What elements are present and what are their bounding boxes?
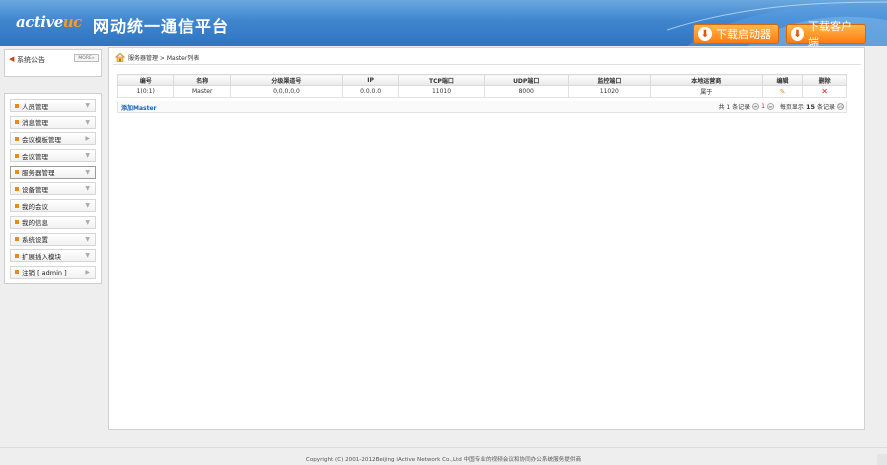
sidebar-item-message-management[interactable]: 消息管理 ▼ — [10, 115, 96, 129]
page-size-suffix: 条记录 — [816, 104, 835, 111]
home-icon — [115, 53, 125, 62]
sidebar-item-meeting-template[interactable]: 会议模板管理 ▶ — [10, 132, 96, 146]
chevron-down-icon: ▼ — [85, 168, 90, 176]
go-button-icon[interactable]: GO — [837, 103, 844, 110]
column-header-name[interactable]: 名称 — [173, 74, 231, 86]
more-button[interactable]: MORE» — [74, 54, 99, 62]
breadcrumb-text: 服务器管理 > Master列表 — [128, 55, 200, 62]
page-size-prefix: 每页显示 — [779, 104, 804, 111]
column-header-monitor-port[interactable]: 监控端口 — [567, 74, 651, 86]
footer-divider — [0, 447, 887, 448]
chevron-down-icon: ▼ — [85, 252, 90, 260]
sidebar-item-extension-modules[interactable]: 扩展插入模块 ▼ — [10, 249, 96, 263]
download-client-label: 下载客户端 — [807, 20, 852, 46]
sidebar-item-my-info[interactable]: 我的信息 ▼ — [10, 215, 96, 229]
sidebar-item-meeting-management[interactable]: 会议管理 ▼ — [10, 149, 96, 163]
sidebar-item-system-settings[interactable]: 系统设置 ▼ — [10, 232, 96, 246]
breadcrumb-divider — [113, 64, 861, 65]
first-page-button[interactable]: ⏮ — [752, 103, 760, 110]
chevron-down-icon: ▼ — [85, 118, 90, 126]
sidebar-menu: 人员管理 ▼ 消息管理 ▼ 会议模板管理 ▶ 会议管理 ▼ 服务器管理 ▼ 设备… — [4, 93, 102, 284]
sidebar-item-device-management[interactable]: 设备管理 ▼ — [10, 182, 96, 196]
chevron-down-icon: ▼ — [85, 202, 90, 210]
bullet-square-icon — [15, 253, 19, 258]
cell-tcp-port: 11010 — [398, 85, 485, 98]
sidebar-item-logout[interactable]: 注销 [ admin ] ▶ — [10, 265, 96, 279]
cell-name: Master — [173, 85, 231, 98]
download-arrow-icon: ⬇ — [698, 27, 712, 41]
scrollbar-corner — [877, 454, 887, 465]
table-row: 1(0:1) Master 0,0,0,0,0 0.0.0.0 11010 80… — [116, 85, 847, 98]
cell-delete: ✕ — [802, 85, 847, 98]
download-launcher-label: 下载启动器 — [716, 28, 771, 41]
total-records-text: 共 1 条记录 — [718, 104, 751, 111]
cell-operator: 属于 — [649, 85, 763, 98]
bullet-square-icon — [15, 270, 19, 275]
pencil-icon[interactable]: ✎ — [780, 88, 786, 96]
add-master-link[interactable]: 添加Master — [121, 103, 157, 112]
breadcrumb: 服务器管理 > Master列表 — [115, 51, 199, 64]
cell-channel: 0,0,0,0,0 — [229, 85, 343, 98]
chevron-down-icon: ▼ — [85, 185, 90, 193]
current-page-number[interactable]: 1 — [761, 103, 765, 110]
bullet-square-icon — [15, 103, 19, 108]
table-header-row: 编号 名称 分级渠道号 IP TCP端口 UDP端口 监控端口 本地运营商 编辑… — [116, 74, 847, 86]
bullet-square-icon — [15, 153, 19, 158]
chevron-right-icon: ▶ — [85, 135, 90, 143]
bullet-square-icon — [15, 136, 19, 141]
column-header-delete: 删除 — [802, 74, 847, 86]
column-header-tcp-port[interactable]: TCP端口 — [398, 74, 485, 86]
delete-x-icon[interactable]: ✕ — [821, 87, 828, 96]
bullet-square-icon — [15, 220, 19, 225]
download-client-button[interactable]: ⬇ 下载客户端 — [786, 20, 866, 46]
chevron-down-icon: ▼ — [85, 218, 90, 226]
cell-monitor-port: 11020 — [567, 85, 651, 98]
copyright-footer: Copyright (C) 2001-2012Beijing iActive N… — [305, 457, 582, 463]
last-page-button[interactable]: ⏭ — [766, 103, 774, 110]
cell-edit: ✎ — [761, 85, 804, 98]
column-header-id[interactable]: 编号 — [116, 74, 175, 86]
column-header-udp-port[interactable]: UDP端口 — [483, 74, 569, 86]
bullet-square-icon — [15, 170, 19, 175]
bullet-square-icon — [15, 186, 19, 191]
pagination: 共 1 条记录 ⏮ 1 ⏭ 每页显示 15 条记录 GO — [718, 102, 844, 111]
cell-id: 1(0:1) — [116, 85, 175, 98]
chevron-right-icon: ▶ — [85, 268, 90, 276]
download-arrow-icon: ⬇ — [791, 27, 804, 41]
app-header: activeuc 网动统一通信平台 ⬇ 下载启动器 ⬇ 下载客户端 — [0, 0, 887, 46]
app-logo: activeuc — [16, 13, 82, 31]
sidebar-item-server-management[interactable]: 服务器管理 ▼ — [10, 165, 96, 179]
download-launcher-button[interactable]: ⬇ 下载启动器 — [693, 24, 779, 44]
chevron-down-icon: ▼ — [85, 235, 90, 243]
bullet-square-icon — [15, 237, 19, 241]
sidebar-item-user-management[interactable]: 人员管理 ▼ — [10, 99, 96, 112]
chevron-down-icon: ▼ — [85, 102, 90, 109]
system-notice-panel: ◀ 系统公告 MORE» — [4, 49, 102, 77]
bullet-square-icon — [15, 120, 19, 125]
sidebar-item-my-meetings[interactable]: 我的会议 ▼ — [10, 199, 96, 213]
system-notice-label: 系统公告 — [17, 56, 45, 64]
bullet-square-icon — [15, 203, 19, 208]
platform-title: 网动统一通信平台 — [93, 17, 230, 36]
master-list-table: 编号 名称 分级渠道号 IP TCP端口 UDP端口 监控端口 本地运营商 编辑… — [116, 74, 847, 98]
speaker-icon: ◀ — [9, 55, 15, 63]
left-sidebar: ◀ 系统公告 MORE» 人员管理 ▼ 消息管理 ▼ 会议模板管理 ▶ 会议管理… — [4, 49, 102, 284]
cell-udp-port: 8000 — [483, 85, 569, 98]
table-footer: 添加Master 共 1 条记录 ⏮ 1 ⏭ 每页显示 15 条记录 GO — [117, 101, 847, 113]
cell-ip: 0.0.0.0 — [341, 85, 400, 98]
chevron-down-icon: ▼ — [85, 152, 90, 160]
column-header-operator[interactable]: 本地运营商 — [649, 74, 763, 86]
page-size-value[interactable]: 15 — [806, 103, 815, 111]
main-content-panel: 服务器管理 > Master列表 编号 名称 分级渠道号 IP TCP端口 UD… — [108, 47, 865, 430]
column-header-channel[interactable]: 分级渠道号 — [229, 74, 343, 86]
column-header-edit: 编辑 — [761, 74, 804, 86]
column-header-ip[interactable]: IP — [341, 74, 400, 86]
